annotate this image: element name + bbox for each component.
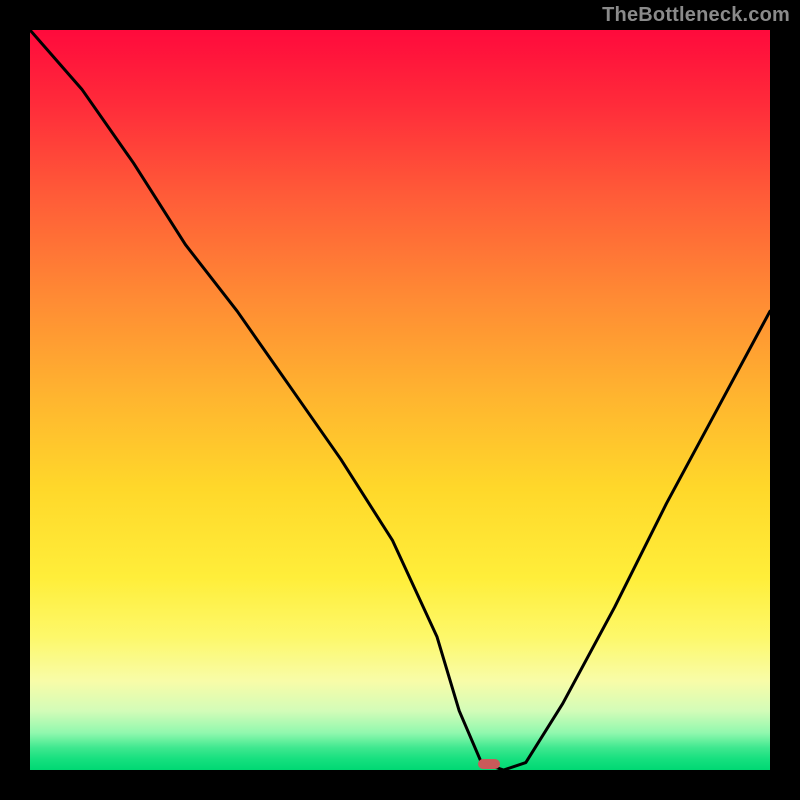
bottleneck-curve-path [30,30,770,770]
watermark-text: TheBottleneck.com [602,4,790,27]
chart-frame: TheBottleneck.com [0,0,800,800]
plot-area [30,30,770,770]
optimum-marker [478,759,500,769]
curve-svg [30,30,770,770]
